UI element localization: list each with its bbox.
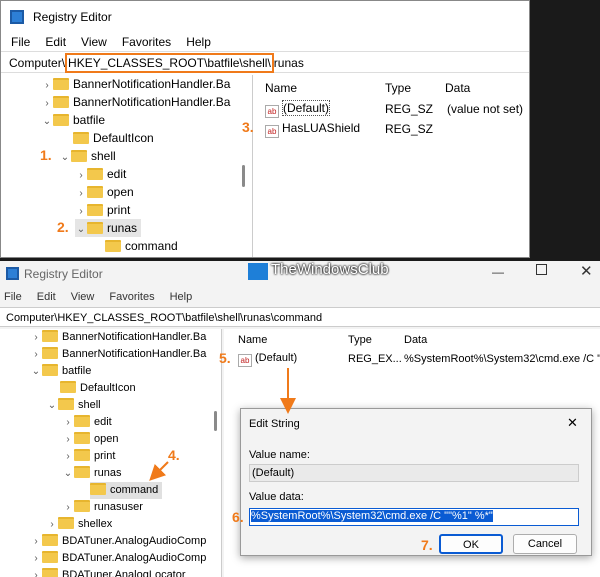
step-arrows [149,368,296,481]
arrow-4 [149,461,169,481]
